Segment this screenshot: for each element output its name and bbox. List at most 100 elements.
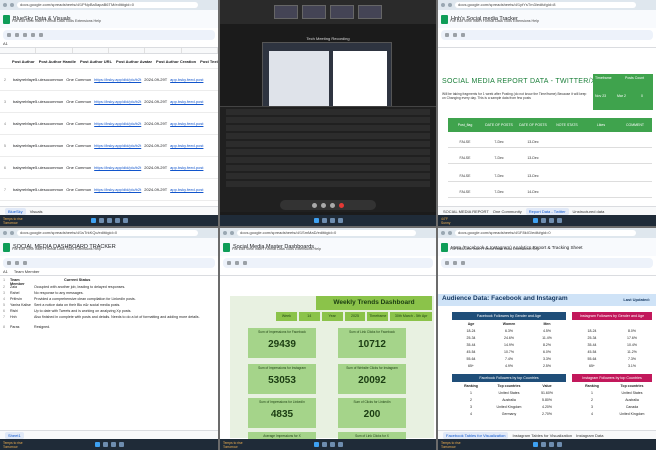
back-icon[interactable]	[3, 231, 7, 235]
table-row[interactable]: 4 babyrebfaye5.uiesocommun One Commun https…	[0, 113, 218, 135]
search-icon[interactable]	[540, 442, 546, 447]
tab-visuals[interactable]: Visuals	[30, 209, 43, 214]
share-icon[interactable]	[330, 202, 335, 208]
start-icon[interactable]	[532, 218, 538, 223]
search-icon[interactable]	[540, 218, 546, 223]
undo-icon[interactable]	[445, 261, 449, 265]
menu-bar[interactable]: File Edit View Insert Format Data Tools …	[12, 19, 101, 23]
redo-icon[interactable]	[453, 261, 457, 265]
table-row[interactable]: 8 Paras Resigned.	[0, 325, 218, 329]
list-item[interactable]	[226, 133, 430, 139]
search-icon[interactable]	[321, 442, 327, 447]
back-icon[interactable]	[441, 231, 445, 235]
browser-icon[interactable]	[556, 442, 562, 447]
table-row[interactable]: 2 Zaia Occupied with another job, leading …	[0, 285, 218, 289]
list-item[interactable]	[226, 117, 430, 123]
table-row[interactable]: 3 babyrebfaye5.uiesocommun One Commun https…	[0, 91, 218, 113]
search-icon[interactable]	[321, 218, 327, 223]
start-icon[interactable]	[313, 442, 319, 447]
formula-bar[interactable]: A1 Team Member	[0, 268, 218, 276]
undo-icon[interactable]	[445, 33, 449, 37]
reload-icon[interactable]	[448, 3, 452, 7]
table-row[interactable]: 6 Rishi Up to date with Tweets and is work…	[0, 309, 218, 313]
formula-bar[interactable]	[438, 268, 656, 276]
list-item[interactable]	[226, 181, 430, 187]
redo-icon[interactable]	[15, 33, 19, 37]
italic-icon[interactable]	[39, 33, 43, 37]
bold-icon[interactable]	[461, 261, 465, 265]
participant-tile[interactable]	[358, 5, 382, 19]
sheets-logo-icon[interactable]	[3, 242, 10, 252]
menu-bar[interactable]: File Edit View Insert Format Data Tools …	[450, 247, 539, 251]
reload-icon[interactable]	[448, 231, 452, 235]
search-icon[interactable]	[102, 442, 108, 447]
list-item[interactable]	[226, 157, 430, 163]
redo-icon[interactable]	[453, 33, 457, 37]
browser-icon[interactable]	[337, 218, 343, 223]
undo-icon[interactable]	[7, 33, 11, 37]
explorer-icon[interactable]	[329, 218, 335, 223]
weather-widget[interactable]: Temps to rise Tomorrow	[3, 217, 23, 225]
list-item[interactable]	[226, 165, 430, 171]
sheets-logo-icon[interactable]	[441, 14, 448, 24]
address-bar[interactable]: docs.google.com/spreadsheets/d/1SmMaD/ed…	[237, 230, 416, 236]
tab-twitter[interactable]: Report Data - Twitter	[525, 207, 569, 215]
sheets-logo-icon[interactable]	[223, 242, 230, 252]
bold-icon[interactable]	[31, 33, 35, 37]
menu-bar[interactable]: File Edit View Insert Format Data Tools …	[232, 247, 321, 251]
tab-report[interactable]: SOCIAL MEDIA REPORT	[443, 209, 489, 214]
table-row[interactable]: FALSE 7-Dec 13-Dec	[448, 136, 652, 148]
table-row[interactable]: FALSE 7-Dec 14-Dec	[448, 186, 652, 198]
reload-icon[interactable]	[10, 3, 14, 7]
reload-icon[interactable]	[230, 231, 234, 235]
start-icon[interactable]	[532, 442, 538, 447]
start-icon[interactable]	[94, 442, 100, 447]
table-row[interactable]: 6 babyrebfaye5.uiesocommun One Commun https…	[0, 157, 218, 179]
explorer-icon[interactable]	[110, 442, 116, 447]
sheets-logo-icon[interactable]	[441, 242, 448, 252]
browser-icon[interactable]	[556, 218, 562, 223]
hang-up-icon[interactable]	[339, 202, 344, 208]
formula-bar[interactable]	[220, 268, 436, 276]
search-icon[interactable]	[98, 218, 104, 223]
reload-icon[interactable]	[10, 231, 14, 235]
back-icon[interactable]	[223, 231, 227, 235]
table-row[interactable]: 4 Prithvin Provided a comprehensive clean …	[0, 297, 218, 301]
explorer-icon[interactable]	[548, 442, 554, 447]
menu-bar[interactable]: File Edit View Insert Format Data Tools …	[12, 247, 101, 251]
address-bar[interactable]: docs.google.com/spreadsheets/d/1F8kIG/ed…	[455, 230, 636, 236]
table-row[interactable]: 5 babyrebfaye5.uiesocommun One Commun https…	[0, 135, 218, 157]
app-icon[interactable]	[122, 218, 128, 223]
tab-fb-tables[interactable]: Facebook Tables for Visualization	[443, 431, 509, 439]
weather-widget[interactable]: Temps to rise Tomorrow	[441, 441, 461, 449]
list-item[interactable]	[226, 173, 430, 179]
back-icon[interactable]	[441, 3, 445, 7]
tab-ig-data[interactable]: Instagram Data	[576, 433, 603, 438]
bold-icon[interactable]	[243, 261, 247, 265]
browser-icon[interactable]	[114, 218, 120, 223]
formula-bar[interactable]	[438, 40, 656, 48]
list-item[interactable]	[226, 125, 430, 131]
tab-bluesky[interactable]: BlueSky	[5, 207, 26, 215]
table-row[interactable]: 5 Yanira Kalise Sent a notice data on thei…	[0, 303, 218, 307]
header-row[interactable]: Post Author Post Author Handle Post Auth…	[0, 54, 218, 69]
formula-bar[interactable]: A1	[0, 40, 218, 48]
table-row[interactable]: FALSE 7-Dec 13-Dec	[448, 170, 652, 182]
table-row[interactable]: 3 Rahel No response to any messages.	[0, 291, 218, 295]
explorer-icon[interactable]	[329, 442, 335, 447]
browser-icon[interactable]	[337, 442, 343, 447]
address-bar[interactable]: docs.google.com/spreadsheets/d/1ytYsTm3/…	[455, 2, 636, 8]
sheets-logo-icon[interactable]	[3, 14, 10, 24]
cell-grid[interactable]: Post Author Post Author Handle Post Auth…	[0, 54, 218, 201]
weather-widget[interactable]: 44°F Sunny	[441, 217, 450, 225]
bold-icon[interactable]	[23, 261, 27, 265]
undo-icon[interactable]	[7, 261, 11, 265]
participant-tile[interactable]	[330, 5, 354, 19]
table-row[interactable]: FALSE 7-Dec 13-Dec	[448, 152, 652, 164]
start-icon[interactable]	[90, 218, 96, 223]
bold-icon[interactable]	[461, 33, 465, 37]
participant-tile[interactable]	[274, 5, 298, 19]
tab-community[interactable]: One Community	[493, 209, 522, 214]
tab-sheet1[interactable]: Sheet1	[5, 431, 24, 439]
address-bar[interactable]: docs.google.com/spreadsheets/d/1PNpBa5ap…	[17, 2, 198, 8]
